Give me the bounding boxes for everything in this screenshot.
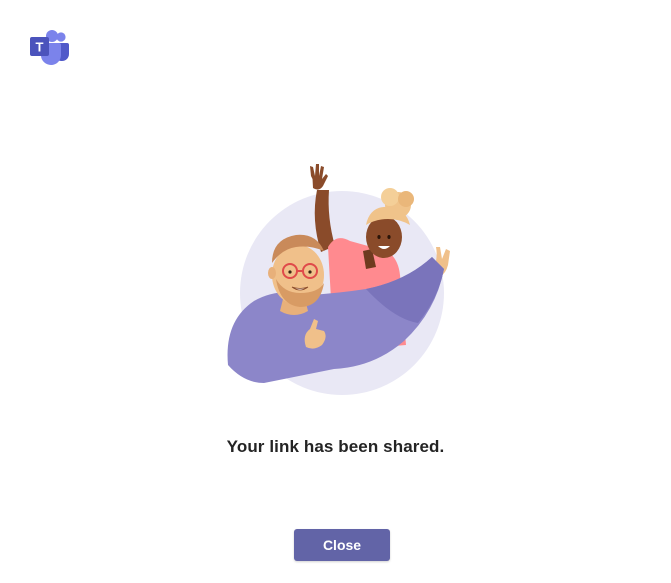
share-success-message: Your link has been shared. [226, 437, 445, 456]
teams-logo-icon: T [30, 30, 69, 66]
people-waving-illustration-icon [227, 164, 450, 395]
teams-logo-letter: T [36, 40, 44, 55]
close-button[interactable]: Close [294, 529, 390, 561]
share-confirmation-dialog: T Your link has been shared. Close [0, 0, 671, 583]
